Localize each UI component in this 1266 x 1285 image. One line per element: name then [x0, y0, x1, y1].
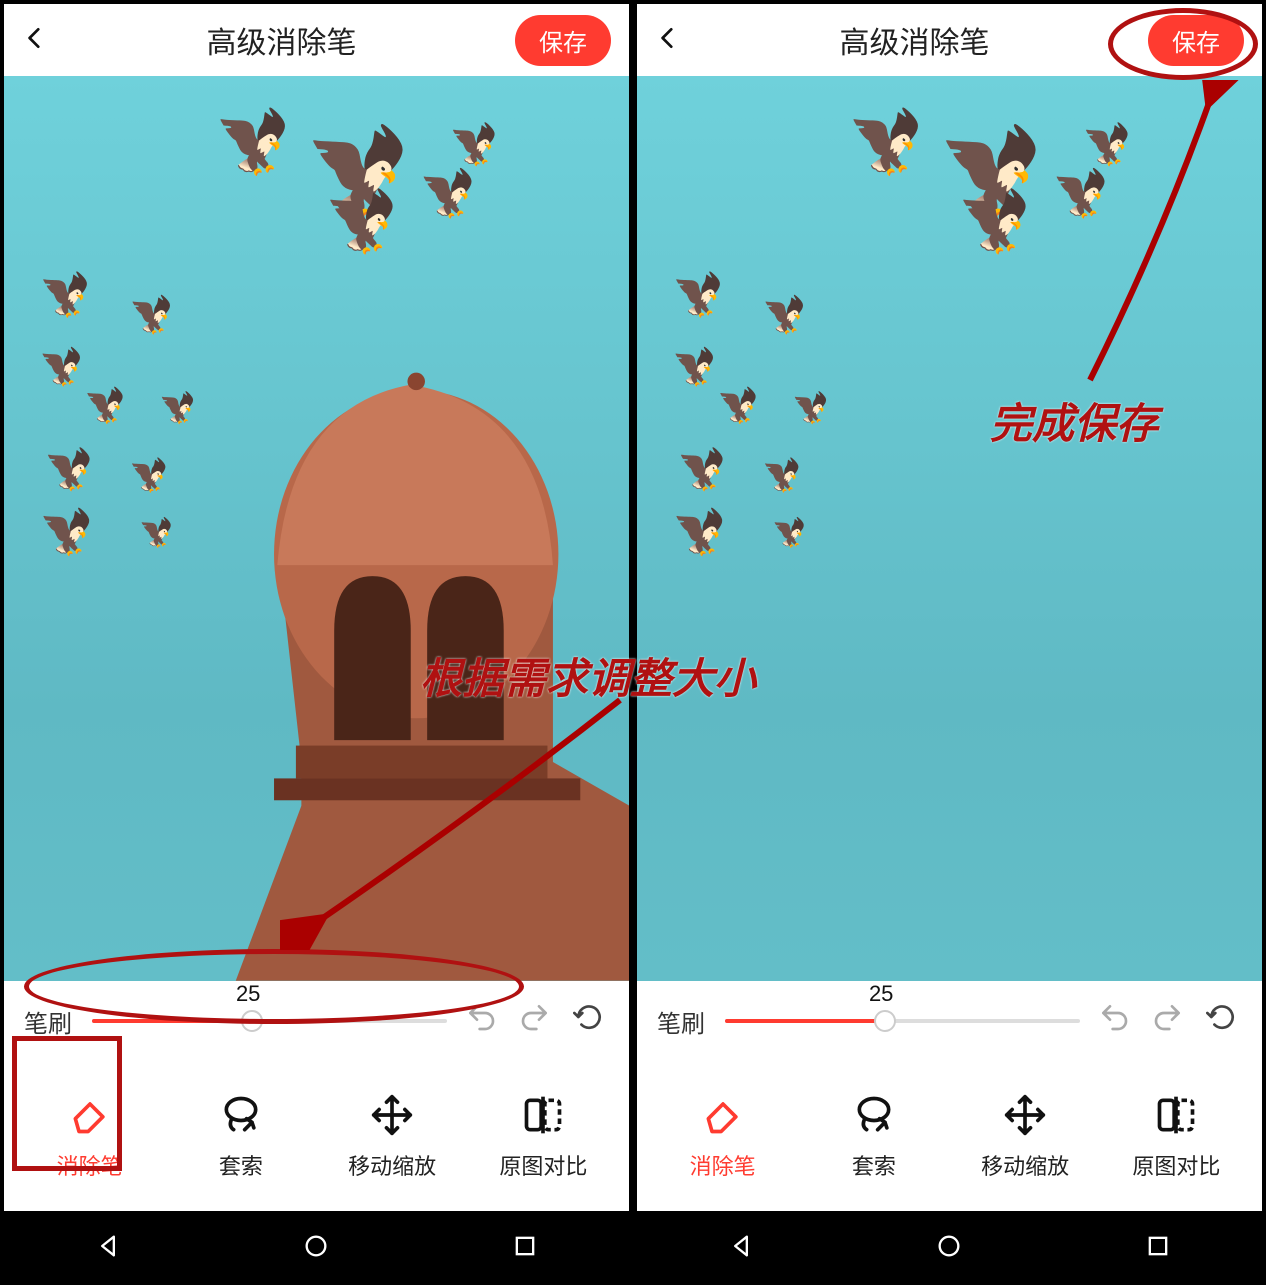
back-icon[interactable]: [22, 23, 48, 57]
brush-label: 笔刷: [657, 1004, 711, 1039]
brush-value: 25: [236, 981, 260, 1007]
tool-eraser[interactable]: 消除笔: [663, 1091, 783, 1181]
compare-icon: [519, 1091, 567, 1139]
lasso-icon: [850, 1091, 898, 1139]
move-icon: [368, 1091, 416, 1139]
nav-back-icon[interactable]: [721, 1226, 761, 1266]
save-button[interactable]: 保存: [1148, 15, 1244, 66]
tool-compare-label: 原图对比: [499, 1149, 587, 1181]
phone-left: 高级消除笔 保存 🦅 🦅 🦅 🦅 🦅 🦅 🦅 🦅 🦅 🦅 🦅 🦅 🦅 🦅: [0, 0, 633, 1285]
tool-lasso-label: 套索: [219, 1149, 263, 1181]
tool-compare[interactable]: 原图对比: [483, 1091, 603, 1181]
brush-slider[interactable]: 25: [92, 1001, 447, 1041]
eraser-icon: [66, 1091, 114, 1139]
save-button[interactable]: 保存: [515, 15, 611, 66]
image-canvas[interactable]: 🦅 🦅 🦅 🦅 🦅 🦅 🦅 🦅 🦅 🦅 🦅 🦅 🦅 🦅: [4, 76, 629, 981]
compare-icon: [1152, 1091, 1200, 1139]
tool-compare[interactable]: 原图对比: [1116, 1091, 1236, 1181]
back-icon[interactable]: [655, 23, 681, 57]
tool-move-label: 移动缩放: [981, 1149, 1069, 1181]
topbar: 高级消除笔 保存: [637, 4, 1262, 76]
page-title: 高级消除笔: [48, 18, 515, 62]
brush-slider-row: 笔刷 25: [4, 981, 629, 1061]
toolbar: 消除笔 套索 移动缩放 原图对比: [4, 1061, 629, 1211]
nav-back-icon[interactable]: [88, 1226, 128, 1266]
reset-icon[interactable]: [569, 1001, 609, 1041]
move-icon: [1001, 1091, 1049, 1139]
lasso-icon: [217, 1091, 265, 1139]
tool-move-label: 移动缩放: [348, 1149, 436, 1181]
undo-icon[interactable]: [1094, 1001, 1134, 1041]
tool-lasso-label: 套索: [852, 1149, 896, 1181]
redo-icon[interactable]: [1148, 1001, 1188, 1041]
nav-recent-icon[interactable]: [505, 1226, 545, 1266]
tool-compare-label: 原图对比: [1132, 1149, 1220, 1181]
nav-home-icon[interactable]: [296, 1226, 336, 1266]
android-navbar: [637, 1211, 1262, 1281]
brush-slider[interactable]: 25: [725, 1001, 1080, 1041]
brush-value: 25: [869, 981, 893, 1007]
toolbar: 消除笔 套索 移动缩放 原图对比: [637, 1061, 1262, 1211]
nav-home-icon[interactable]: [929, 1226, 969, 1266]
tool-move[interactable]: 移动缩放: [965, 1091, 1085, 1181]
eraser-icon: [699, 1091, 747, 1139]
page-title: 高级消除笔: [681, 18, 1148, 62]
tool-lasso[interactable]: 套索: [181, 1091, 301, 1181]
brush-slider-row: 笔刷 25: [637, 981, 1262, 1061]
android-navbar: [4, 1211, 629, 1281]
tool-eraser[interactable]: 消除笔: [30, 1091, 150, 1181]
reset-icon[interactable]: [1202, 1001, 1242, 1041]
tool-move[interactable]: 移动缩放: [332, 1091, 452, 1181]
redo-icon[interactable]: [515, 1001, 555, 1041]
undo-icon[interactable]: [461, 1001, 501, 1041]
image-canvas[interactable]: 🦅 🦅 🦅 🦅 🦅 🦅 🦅 🦅 🦅 🦅 🦅 🦅 🦅 🦅: [637, 76, 1262, 981]
topbar: 高级消除笔 保存: [4, 4, 629, 76]
tool-eraser-label: 消除笔: [690, 1149, 756, 1181]
tool-eraser-label: 消除笔: [57, 1149, 123, 1181]
tool-lasso[interactable]: 套索: [814, 1091, 934, 1181]
brush-label: 笔刷: [24, 1004, 78, 1039]
nav-recent-icon[interactable]: [1138, 1226, 1178, 1266]
phone-right: 高级消除笔 保存 🦅 🦅 🦅 🦅 🦅 🦅 🦅 🦅 🦅 🦅 🦅 🦅 🦅 🦅 笔刷 …: [633, 0, 1266, 1285]
